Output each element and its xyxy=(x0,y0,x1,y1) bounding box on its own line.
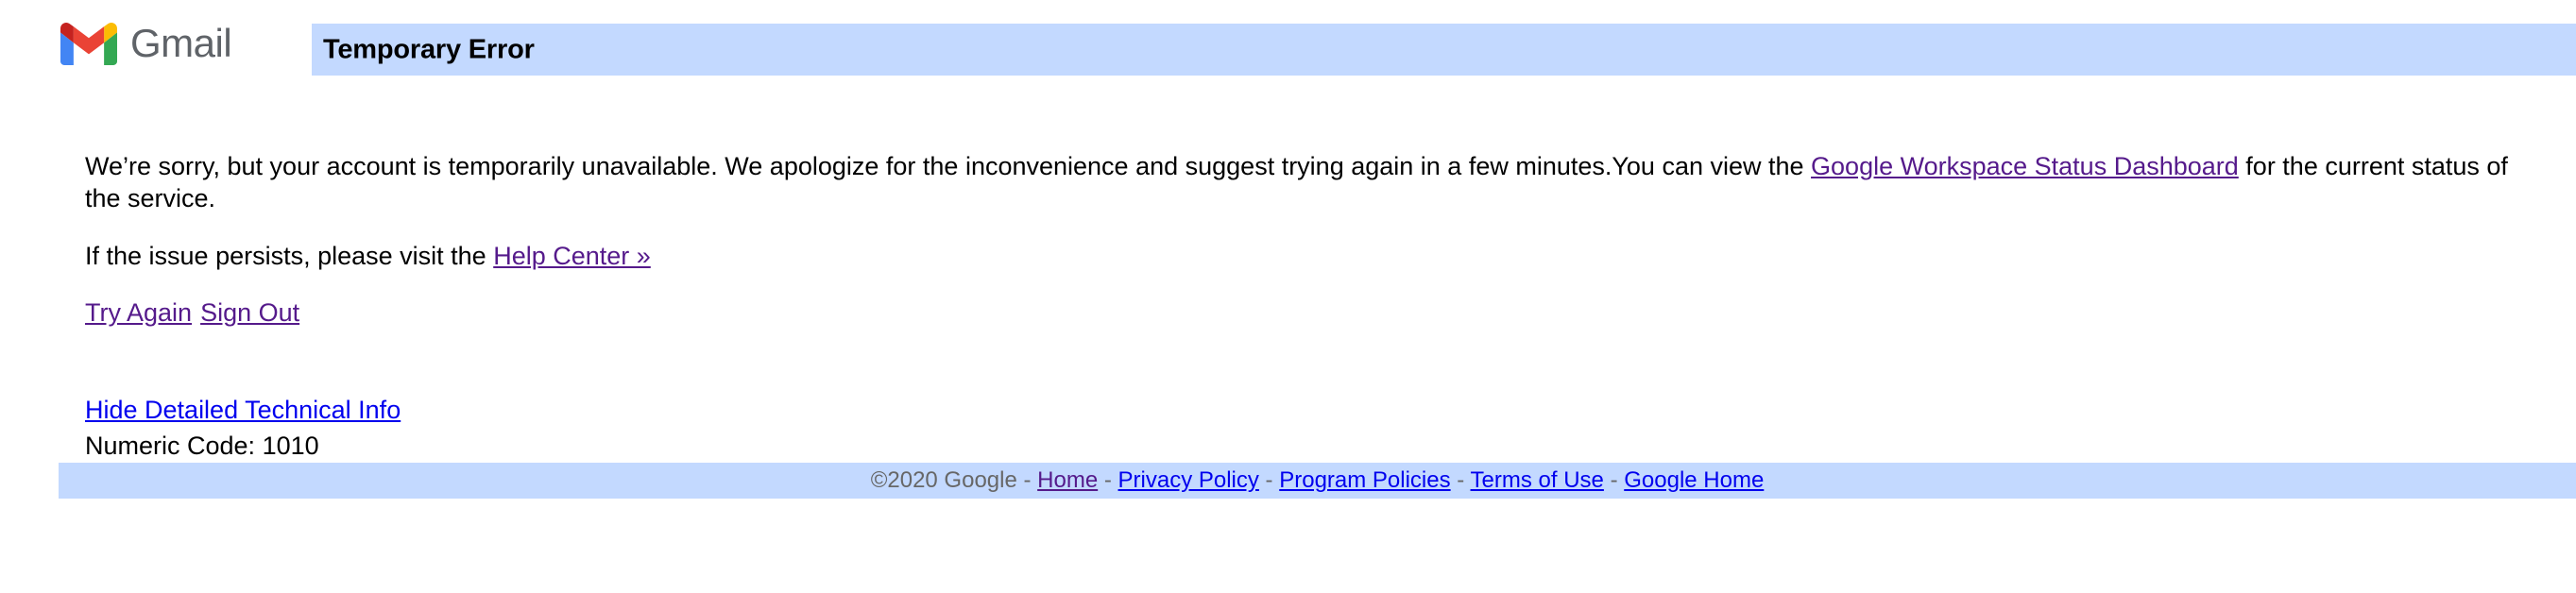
numeric-code-text: Numeric Code: 1010 xyxy=(85,431,319,460)
footer-separator: - xyxy=(1450,467,1471,493)
error-message-text-before: We’re sorry, but your account is tempora… xyxy=(85,152,1812,180)
help-center-link[interactable]: Help Center » xyxy=(493,242,651,270)
footer-separator: - xyxy=(1258,467,1280,493)
status-dashboard-link[interactable]: Google Workspace Status Dashboard xyxy=(1811,152,2239,180)
footer-link-terms-of-use[interactable]: Terms of Use xyxy=(1471,467,1604,493)
page-header: Gmail Temporary Error xyxy=(0,0,2576,94)
gmail-brand[interactable]: Gmail xyxy=(60,15,232,72)
page-footer: ©2020 Google - Home - Privacy Policy - P… xyxy=(59,463,2576,499)
footer-separator: - xyxy=(1603,467,1625,493)
error-message-paragraph: We’re sorry, but your account is tempora… xyxy=(85,151,2538,215)
gmail-m-logo-icon xyxy=(60,22,117,65)
footer-links-container: - Home - Privacy Policy - Program Polici… xyxy=(1017,467,1764,493)
main-content: We’re sorry, but your account is tempora… xyxy=(85,151,2538,463)
help-text-before: If the issue persists, please visit the xyxy=(85,241,494,270)
error-title-bar: Temporary Error xyxy=(312,24,2576,76)
footer-link-privacy-policy[interactable]: Privacy Policy xyxy=(1118,467,1259,493)
technical-details-block: Hide Detailed Technical Info Numeric Cod… xyxy=(85,394,2538,463)
try-again-link[interactable]: Try Again xyxy=(85,298,192,327)
help-paragraph: If the issue persists, please visit the … xyxy=(85,241,2538,273)
footer-separator: - xyxy=(1098,467,1118,493)
action-links-row: Try Again Sign Out xyxy=(85,297,2538,330)
gmail-wordmark: Gmail xyxy=(130,21,232,65)
footer-link-home[interactable]: Home xyxy=(1037,467,1098,493)
footer-copyright: ©2020 Google xyxy=(870,467,1017,493)
footer-separator: - xyxy=(1016,467,1038,493)
footer-link-program-policies[interactable]: Program Policies xyxy=(1279,467,1450,493)
technical-info-toggle-row: Hide Detailed Technical Info xyxy=(85,394,2538,428)
footer-link-google-home[interactable]: Google Home xyxy=(1624,467,1764,493)
sign-out-link[interactable]: Sign Out xyxy=(200,298,299,327)
footer-links-row: ©2020 Google - Home - Privacy Policy - P… xyxy=(871,469,1765,492)
hide-detailed-technical-info-link[interactable]: Hide Detailed Technical Info xyxy=(85,396,401,424)
page-title: Temporary Error xyxy=(323,34,535,64)
